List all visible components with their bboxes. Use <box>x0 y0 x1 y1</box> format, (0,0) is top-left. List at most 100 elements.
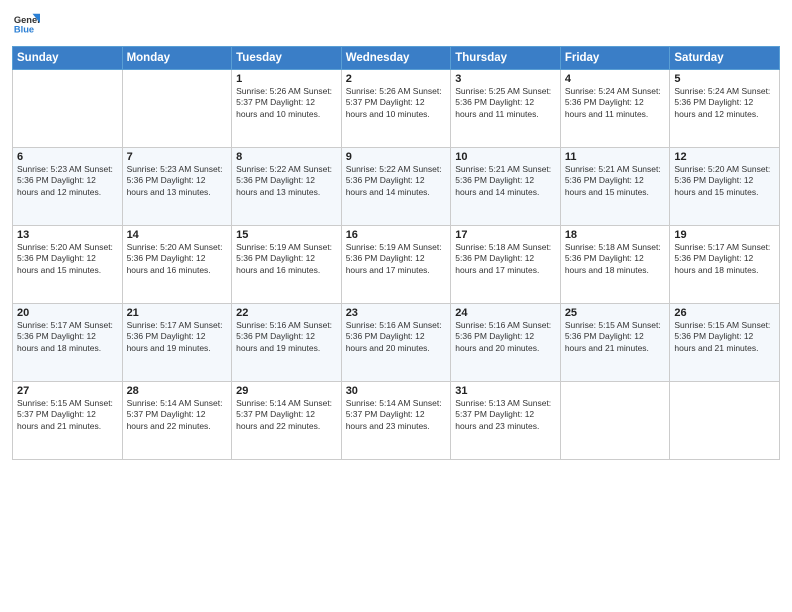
page-header: General Blue <box>12 10 780 38</box>
calendar-cell: 16Sunrise: 5:19 AM Sunset: 5:36 PM Dayli… <box>341 226 451 304</box>
calendar-cell: 31Sunrise: 5:13 AM Sunset: 5:37 PM Dayli… <box>451 382 561 460</box>
day-info: Sunrise: 5:15 AM Sunset: 5:37 PM Dayligh… <box>17 398 118 432</box>
day-number: 7 <box>127 151 228 163</box>
day-info: Sunrise: 5:18 AM Sunset: 5:36 PM Dayligh… <box>455 242 556 276</box>
day-info: Sunrise: 5:22 AM Sunset: 5:36 PM Dayligh… <box>236 164 337 198</box>
col-header-sunday: Sunday <box>13 47 123 70</box>
svg-text:Blue: Blue <box>14 24 34 34</box>
day-number: 12 <box>674 151 775 163</box>
day-info: Sunrise: 5:16 AM Sunset: 5:36 PM Dayligh… <box>236 320 337 354</box>
calendar-cell: 29Sunrise: 5:14 AM Sunset: 5:37 PM Dayli… <box>232 382 342 460</box>
col-header-friday: Friday <box>560 47 670 70</box>
day-number: 22 <box>236 307 337 319</box>
calendar-cell: 9Sunrise: 5:22 AM Sunset: 5:36 PM Daylig… <box>341 148 451 226</box>
day-info: Sunrise: 5:23 AM Sunset: 5:36 PM Dayligh… <box>17 164 118 198</box>
day-info: Sunrise: 5:19 AM Sunset: 5:36 PM Dayligh… <box>346 242 447 276</box>
day-number: 24 <box>455 307 556 319</box>
day-number: 23 <box>346 307 447 319</box>
calendar-cell: 3Sunrise: 5:25 AM Sunset: 5:36 PM Daylig… <box>451 70 561 148</box>
calendar-cell: 4Sunrise: 5:24 AM Sunset: 5:36 PM Daylig… <box>560 70 670 148</box>
calendar-cell: 1Sunrise: 5:26 AM Sunset: 5:37 PM Daylig… <box>232 70 342 148</box>
day-number: 29 <box>236 385 337 397</box>
day-number: 20 <box>17 307 118 319</box>
day-number: 1 <box>236 73 337 85</box>
week-row-1: 1Sunrise: 5:26 AM Sunset: 5:37 PM Daylig… <box>13 70 780 148</box>
day-number: 30 <box>346 385 447 397</box>
day-number: 21 <box>127 307 228 319</box>
day-info: Sunrise: 5:21 AM Sunset: 5:36 PM Dayligh… <box>565 164 666 198</box>
col-header-tuesday: Tuesday <box>232 47 342 70</box>
week-row-4: 20Sunrise: 5:17 AM Sunset: 5:36 PM Dayli… <box>13 304 780 382</box>
week-row-2: 6Sunrise: 5:23 AM Sunset: 5:36 PM Daylig… <box>13 148 780 226</box>
calendar-cell: 27Sunrise: 5:15 AM Sunset: 5:37 PM Dayli… <box>13 382 123 460</box>
calendar-cell <box>560 382 670 460</box>
day-info: Sunrise: 5:20 AM Sunset: 5:36 PM Dayligh… <box>674 164 775 198</box>
day-info: Sunrise: 5:21 AM Sunset: 5:36 PM Dayligh… <box>455 164 556 198</box>
col-header-wednesday: Wednesday <box>341 47 451 70</box>
calendar-cell: 23Sunrise: 5:16 AM Sunset: 5:36 PM Dayli… <box>341 304 451 382</box>
day-info: Sunrise: 5:23 AM Sunset: 5:36 PM Dayligh… <box>127 164 228 198</box>
day-number: 17 <box>455 229 556 241</box>
calendar-cell: 2Sunrise: 5:26 AM Sunset: 5:37 PM Daylig… <box>341 70 451 148</box>
day-number: 15 <box>236 229 337 241</box>
day-number: 16 <box>346 229 447 241</box>
day-info: Sunrise: 5:14 AM Sunset: 5:37 PM Dayligh… <box>236 398 337 432</box>
day-number: 14 <box>127 229 228 241</box>
day-number: 2 <box>346 73 447 85</box>
col-header-saturday: Saturday <box>670 47 780 70</box>
calendar-cell <box>122 70 232 148</box>
day-number: 25 <box>565 307 666 319</box>
day-info: Sunrise: 5:24 AM Sunset: 5:36 PM Dayligh… <box>674 86 775 120</box>
day-number: 10 <box>455 151 556 163</box>
col-header-monday: Monday <box>122 47 232 70</box>
day-info: Sunrise: 5:16 AM Sunset: 5:36 PM Dayligh… <box>346 320 447 354</box>
calendar-cell: 19Sunrise: 5:17 AM Sunset: 5:36 PM Dayli… <box>670 226 780 304</box>
calendar-cell: 8Sunrise: 5:22 AM Sunset: 5:36 PM Daylig… <box>232 148 342 226</box>
day-number: 11 <box>565 151 666 163</box>
calendar-cell <box>670 382 780 460</box>
day-number: 9 <box>346 151 447 163</box>
day-info: Sunrise: 5:24 AM Sunset: 5:36 PM Dayligh… <box>565 86 666 120</box>
calendar-cell: 6Sunrise: 5:23 AM Sunset: 5:36 PM Daylig… <box>13 148 123 226</box>
calendar-cell: 18Sunrise: 5:18 AM Sunset: 5:36 PM Dayli… <box>560 226 670 304</box>
day-info: Sunrise: 5:17 AM Sunset: 5:36 PM Dayligh… <box>674 242 775 276</box>
logo-icon: General Blue <box>12 10 40 38</box>
calendar-cell: 15Sunrise: 5:19 AM Sunset: 5:36 PM Dayli… <box>232 226 342 304</box>
day-info: Sunrise: 5:26 AM Sunset: 5:37 PM Dayligh… <box>346 86 447 120</box>
calendar-cell: 10Sunrise: 5:21 AM Sunset: 5:36 PM Dayli… <box>451 148 561 226</box>
week-row-5: 27Sunrise: 5:15 AM Sunset: 5:37 PM Dayli… <box>13 382 780 460</box>
calendar-cell: 12Sunrise: 5:20 AM Sunset: 5:36 PM Dayli… <box>670 148 780 226</box>
day-number: 5 <box>674 73 775 85</box>
day-number: 31 <box>455 385 556 397</box>
day-info: Sunrise: 5:15 AM Sunset: 5:36 PM Dayligh… <box>674 320 775 354</box>
day-number: 13 <box>17 229 118 241</box>
day-info: Sunrise: 5:14 AM Sunset: 5:37 PM Dayligh… <box>127 398 228 432</box>
day-number: 18 <box>565 229 666 241</box>
day-info: Sunrise: 5:16 AM Sunset: 5:36 PM Dayligh… <box>455 320 556 354</box>
calendar-cell: 28Sunrise: 5:14 AM Sunset: 5:37 PM Dayli… <box>122 382 232 460</box>
day-info: Sunrise: 5:26 AM Sunset: 5:37 PM Dayligh… <box>236 86 337 120</box>
calendar-cell: 26Sunrise: 5:15 AM Sunset: 5:36 PM Dayli… <box>670 304 780 382</box>
day-number: 26 <box>674 307 775 319</box>
day-info: Sunrise: 5:22 AM Sunset: 5:36 PM Dayligh… <box>346 164 447 198</box>
week-row-3: 13 Sunrise: 5:20 AM Sunset: 5:36 PM Dayli… <box>13 226 780 304</box>
col-header-thursday: Thursday <box>451 47 561 70</box>
calendar-cell: 17Sunrise: 5:18 AM Sunset: 5:36 PM Dayli… <box>451 226 561 304</box>
day-info: Sunrise: 5:14 AM Sunset: 5:37 PM Dayligh… <box>346 398 447 432</box>
calendar-cell: 14Sunrise: 5:20 AM Sunset: 5:36 PM Dayli… <box>122 226 232 304</box>
calendar-cell: 30Sunrise: 5:14 AM Sunset: 5:37 PM Dayli… <box>341 382 451 460</box>
calendar-cell: 21Sunrise: 5:17 AM Sunset: 5:36 PM Dayli… <box>122 304 232 382</box>
day-number: 3 <box>455 73 556 85</box>
calendar-cell: 11Sunrise: 5:21 AM Sunset: 5:36 PM Dayli… <box>560 148 670 226</box>
day-number: 4 <box>565 73 666 85</box>
day-number: 8 <box>236 151 337 163</box>
day-number: 6 <box>17 151 118 163</box>
calendar-cell: 7Sunrise: 5:23 AM Sunset: 5:36 PM Daylig… <box>122 148 232 226</box>
day-info: Sunrise: 5:20 AM Sunset: 5:36 PM Dayligh… <box>127 242 228 276</box>
calendar-cell: 5Sunrise: 5:24 AM Sunset: 5:36 PM Daylig… <box>670 70 780 148</box>
day-number: 27 <box>17 385 118 397</box>
day-info: Sunrise: 5:17 AM Sunset: 5:36 PM Dayligh… <box>17 320 118 354</box>
day-info: Sunrise: 5:19 AM Sunset: 5:36 PM Dayligh… <box>236 242 337 276</box>
day-number: 28 <box>127 385 228 397</box>
calendar-cell: 24Sunrise: 5:16 AM Sunset: 5:36 PM Dayli… <box>451 304 561 382</box>
